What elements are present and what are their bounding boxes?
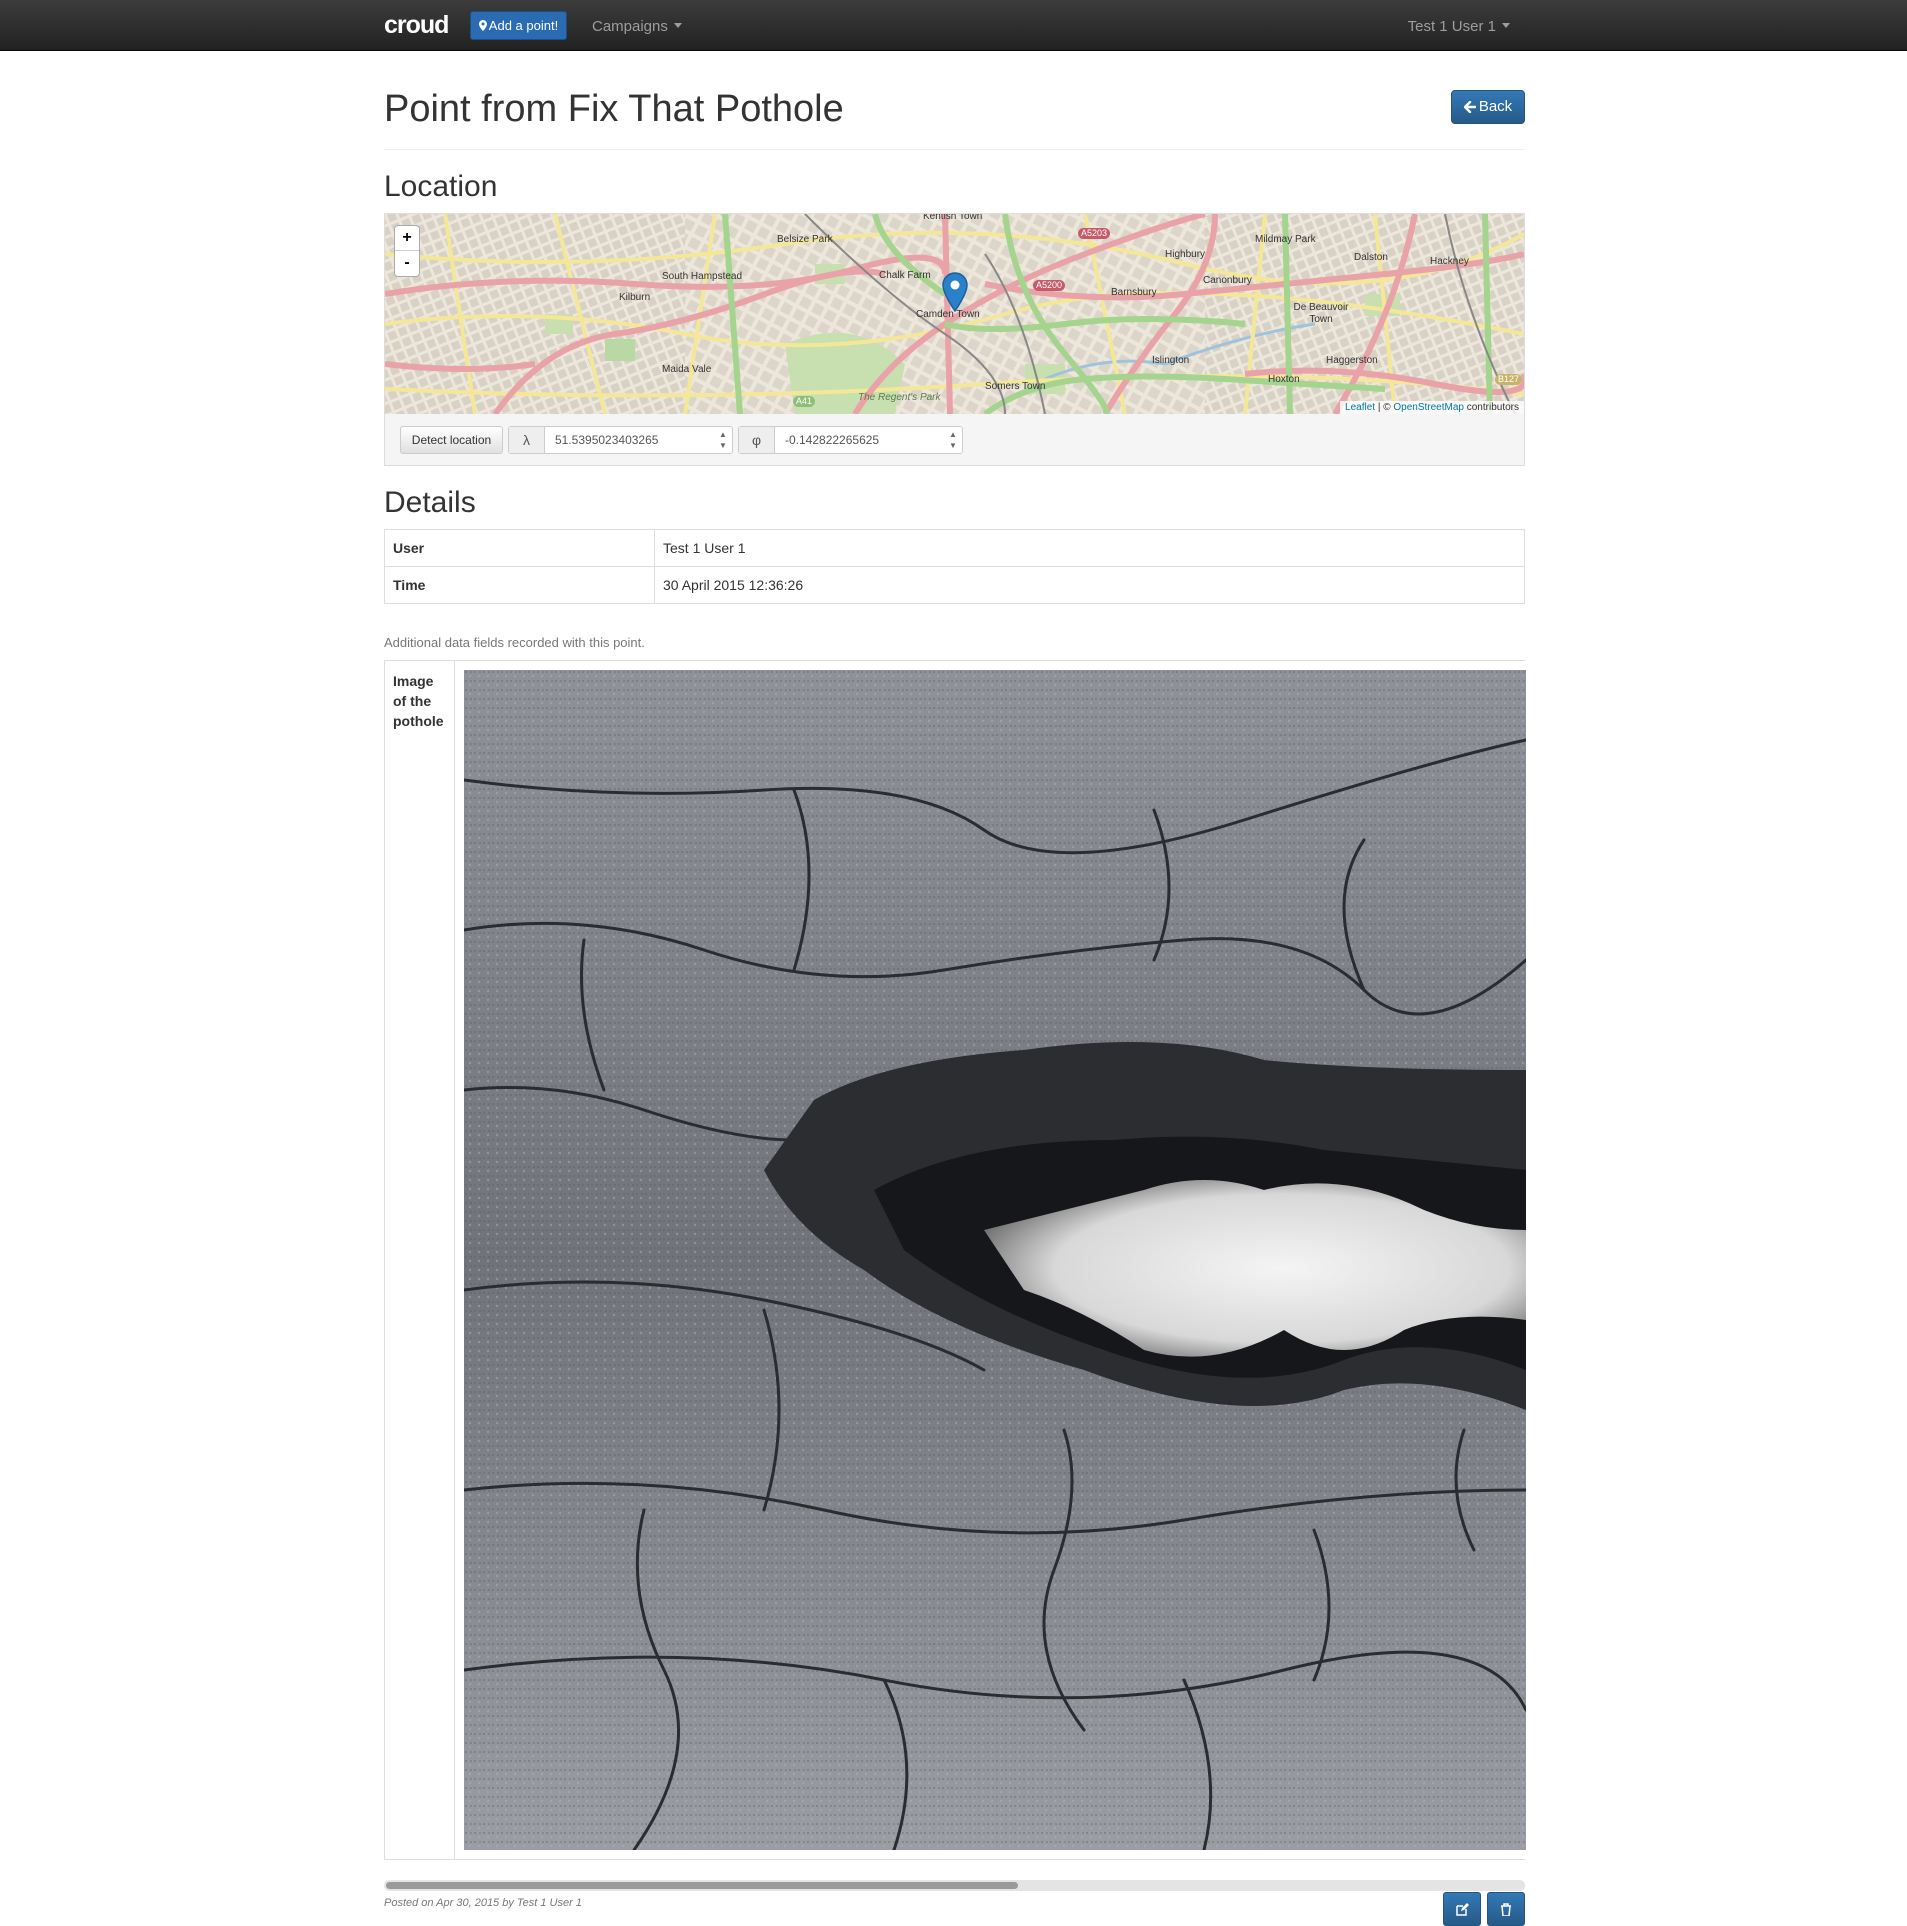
delete-button[interactable]: [1487, 1892, 1525, 1926]
map-label-haggerston: Haggerston: [1326, 355, 1378, 366]
openstreetmap-link[interactable]: OpenStreetMap: [1393, 402, 1464, 413]
road-badge-a5203: A5203: [1078, 228, 1111, 239]
map-label-somers-town: Somers Town: [985, 381, 1046, 392]
chevron-up-icon[interactable]: ▲: [948, 429, 958, 440]
map-label-de-beauvoir-town: De Beauvoir Town: [1293, 302, 1349, 325]
horizontal-scrollbar[interactable]: [384, 1880, 1525, 1891]
location-controls: Detect location λ 51.5395023403265 ▲ ▼ φ …: [385, 415, 1524, 465]
longitude-group: φ -0.142822265625 ▲ ▼: [738, 426, 963, 454]
table-row: Time 30 April 2015 12:36:26: [384, 566, 1525, 604]
chevron-down-icon[interactable]: ▼: [718, 440, 728, 451]
pothole-image: [464, 670, 1526, 1850]
zoom-out-button[interactable]: -: [395, 251, 419, 276]
back-label: Back: [1478, 98, 1513, 115]
road-badge-a41: A41: [793, 396, 816, 407]
map-label-hoxton: Hoxton: [1268, 374, 1300, 385]
phi-addon: φ: [739, 427, 775, 453]
location-heading: Location: [384, 170, 498, 203]
map-zoom-control: + -: [394, 225, 420, 277]
header-divider: [384, 149, 1525, 150]
attribution-separator: | ©: [1375, 402, 1394, 413]
map-label-barnsbury: Barnsbury: [1111, 287, 1157, 298]
caret-down-icon: [1502, 23, 1510, 28]
road-badge-a5200: A5200: [1033, 280, 1066, 291]
detail-value: Test 1 User 1: [654, 529, 1525, 567]
map-label-hackney: Hackney: [1430, 256, 1469, 267]
map-label-regents-park: The Regent's Park: [858, 392, 941, 403]
map-label-islington: Islington: [1152, 355, 1190, 366]
chevron-down-icon[interactable]: ▼: [948, 440, 958, 451]
back-button[interactable]: Back: [1451, 90, 1525, 124]
trash-icon: [1501, 1903, 1511, 1916]
latitude-spinner[interactable]: ▲ ▼: [718, 429, 728, 451]
user-menu-label: Test 1 User 1: [1407, 18, 1496, 35]
navbar: croud Add a point! Campaigns Test 1 User…: [0, 0, 1907, 51]
map[interactable]: Kentish Town Belsize Park South Hampstea…: [385, 214, 1524, 414]
detail-key: Time: [384, 566, 655, 604]
road-badge-b127: B127: [1495, 374, 1523, 385]
caret-down-icon: [673, 23, 682, 28]
chevron-up-icon[interactable]: ▲: [718, 429, 728, 440]
map-label-highbury: Highbury: [1165, 249, 1206, 260]
map-label-chalk-farm: Chalk Farm: [879, 270, 931, 281]
map-label-kentish-town: Kentish Town: [923, 214, 983, 222]
zoom-in-button[interactable]: +: [395, 226, 419, 251]
edit-icon: [1456, 1903, 1469, 1916]
campaigns-label: Campaigns: [592, 18, 668, 35]
map-attribution: Leaflet | © OpenStreetMap contributors: [1340, 401, 1524, 414]
pothole-photo: [464, 670, 1526, 1850]
campaigns-dropdown[interactable]: Campaigns: [592, 18, 682, 35]
image-field-label: Image of the pothole: [385, 661, 455, 1859]
latitude-input[interactable]: 51.5395023403265: [546, 427, 731, 453]
table-row: User Test 1 User 1: [384, 529, 1525, 567]
detect-location-button[interactable]: Detect location: [400, 426, 503, 454]
brand-logo[interactable]: croud: [384, 11, 449, 40]
details-table: User Test 1 User 1 Time 30 April 2015 12…: [384, 529, 1525, 604]
map-marker-icon: [478, 20, 487, 31]
page-title: Point from Fix That Pothole: [384, 88, 844, 130]
add-point-label: Add a point!: [488, 18, 559, 33]
add-point-button[interactable]: Add a point!: [470, 11, 567, 40]
lambda-addon: λ: [509, 427, 545, 453]
leaflet-link[interactable]: Leaflet: [1345, 402, 1375, 413]
map-label-dalston: Dalston: [1354, 252, 1388, 263]
location-panel: Kentish Town Belsize Park South Hampstea…: [384, 213, 1525, 466]
attribution-contributors: contributors: [1463, 402, 1519, 413]
arrow-left-icon: [1463, 100, 1477, 114]
map-label-south-hampstead: South Hampstead: [662, 271, 743, 282]
map-marker-icon[interactable]: [942, 272, 968, 312]
image-field-row: Image of the pothole: [384, 660, 1526, 1860]
map-label-mildmay-park: Mildmay Park: [1255, 234, 1316, 245]
detail-value: 30 April 2015 12:36:26: [654, 566, 1525, 604]
map-label-kilburn: Kilburn: [619, 292, 651, 303]
map-label-maida-vale: Maida Vale: [662, 364, 712, 375]
additional-fields-note: Additional data fields recorded with thi…: [384, 635, 645, 650]
details-heading: Details: [384, 486, 476, 519]
map-label-canonbury: Canonbury: [1203, 275, 1252, 286]
map-label-belsize-park: Belsize Park: [777, 234, 833, 245]
user-menu-dropdown[interactable]: Test 1 User 1: [1408, 18, 1510, 35]
longitude-input[interactable]: -0.142822265625: [776, 427, 961, 453]
longitude-spinner[interactable]: ▲ ▼: [948, 429, 958, 451]
detail-key: User: [384, 529, 655, 567]
edit-button[interactable]: [1443, 1892, 1481, 1926]
scrollbar-thumb[interactable]: [386, 1882, 1018, 1889]
latitude-group: λ 51.5395023403265 ▲ ▼: [508, 426, 733, 454]
posted-info: Posted on Apr 30, 2015 by Test 1 User 1: [384, 1897, 582, 1909]
